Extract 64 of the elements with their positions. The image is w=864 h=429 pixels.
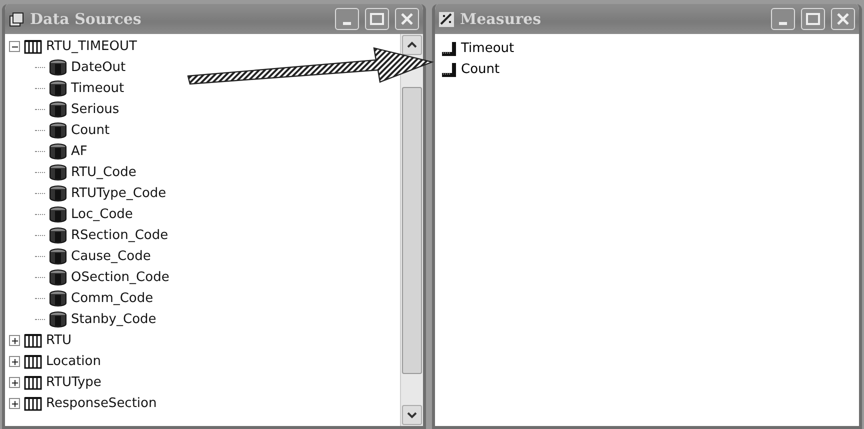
tree-item[interactable]: RTUType xyxy=(46,375,102,390)
close-button[interactable] xyxy=(395,8,419,30)
database-icon xyxy=(49,206,67,223)
database-icon xyxy=(49,101,67,118)
tree-item[interactable]: Location xyxy=(46,354,101,369)
table-icon xyxy=(24,354,42,369)
expand-icon[interactable] xyxy=(9,398,20,409)
window-title: Measures xyxy=(460,10,542,28)
tree-item[interactable]: OSection_Code xyxy=(71,270,170,285)
measure-item[interactable]: Count xyxy=(461,62,500,77)
database-icon xyxy=(49,164,67,181)
scrollbar[interactable] xyxy=(400,34,423,426)
tree-item[interactable]: Comm_Code xyxy=(71,291,154,306)
maximize-button[interactable] xyxy=(801,8,825,30)
database-icon xyxy=(49,122,67,139)
scroll-up-button[interactable] xyxy=(402,35,422,55)
table-icon xyxy=(24,396,42,411)
database-icon xyxy=(49,80,67,97)
close-icon xyxy=(400,12,414,26)
window-title: Data Sources xyxy=(30,10,142,28)
maximize-icon xyxy=(806,13,820,25)
scroll-down-button[interactable] xyxy=(402,405,422,425)
minimize-button[interactable] xyxy=(335,8,359,30)
database-icon xyxy=(49,248,67,265)
windows-icon xyxy=(9,12,24,26)
collapse-icon[interactable] xyxy=(9,41,20,52)
ruler-icon xyxy=(441,40,457,56)
tree-item[interactable]: RTUType_Code xyxy=(71,186,166,201)
tree-item[interactable]: RSection_Code xyxy=(71,228,168,243)
table-icon xyxy=(24,39,42,54)
database-icon xyxy=(49,290,67,307)
database-icon xyxy=(49,185,67,202)
expand-icon[interactable] xyxy=(9,356,20,367)
close-button[interactable] xyxy=(831,8,855,30)
tree-item[interactable]: Stanby_Code xyxy=(71,312,156,327)
ruler-icon xyxy=(441,62,457,78)
tree-item[interactable]: Serious xyxy=(71,102,120,117)
tree-item[interactable]: Timeout xyxy=(71,81,124,96)
database-icon xyxy=(49,269,67,286)
tree-item[interactable]: RTU_TIMEOUT xyxy=(46,39,137,54)
table-icon xyxy=(24,375,42,390)
database-icon xyxy=(49,59,67,76)
expand-icon[interactable] xyxy=(9,377,20,388)
minimize-icon xyxy=(779,22,787,25)
tree-item[interactable]: Loc_Code xyxy=(71,207,133,222)
close-icon xyxy=(836,12,850,26)
maximize-button[interactable] xyxy=(365,8,389,30)
minimize-icon xyxy=(343,22,351,25)
tree-item[interactable]: RTU_Code xyxy=(71,165,136,180)
minimize-button[interactable] xyxy=(771,8,795,30)
tree-item[interactable]: RTU xyxy=(46,333,72,348)
tree-item[interactable]: Cause_Code xyxy=(71,249,151,264)
database-icon xyxy=(49,143,67,160)
scrollbar-thumb[interactable] xyxy=(402,86,422,374)
tree-item[interactable]: ResponseSection xyxy=(46,396,157,411)
expand-icon[interactable] xyxy=(9,335,20,346)
tree-item[interactable]: Count xyxy=(71,123,110,138)
tree-item[interactable]: AF xyxy=(71,144,88,159)
measure-item[interactable]: Timeout xyxy=(461,41,514,56)
maximize-icon xyxy=(370,13,384,25)
database-icon xyxy=(49,311,67,328)
tree-item[interactable]: DateOut xyxy=(71,60,126,75)
table-icon xyxy=(24,333,42,348)
database-icon xyxy=(49,227,67,244)
